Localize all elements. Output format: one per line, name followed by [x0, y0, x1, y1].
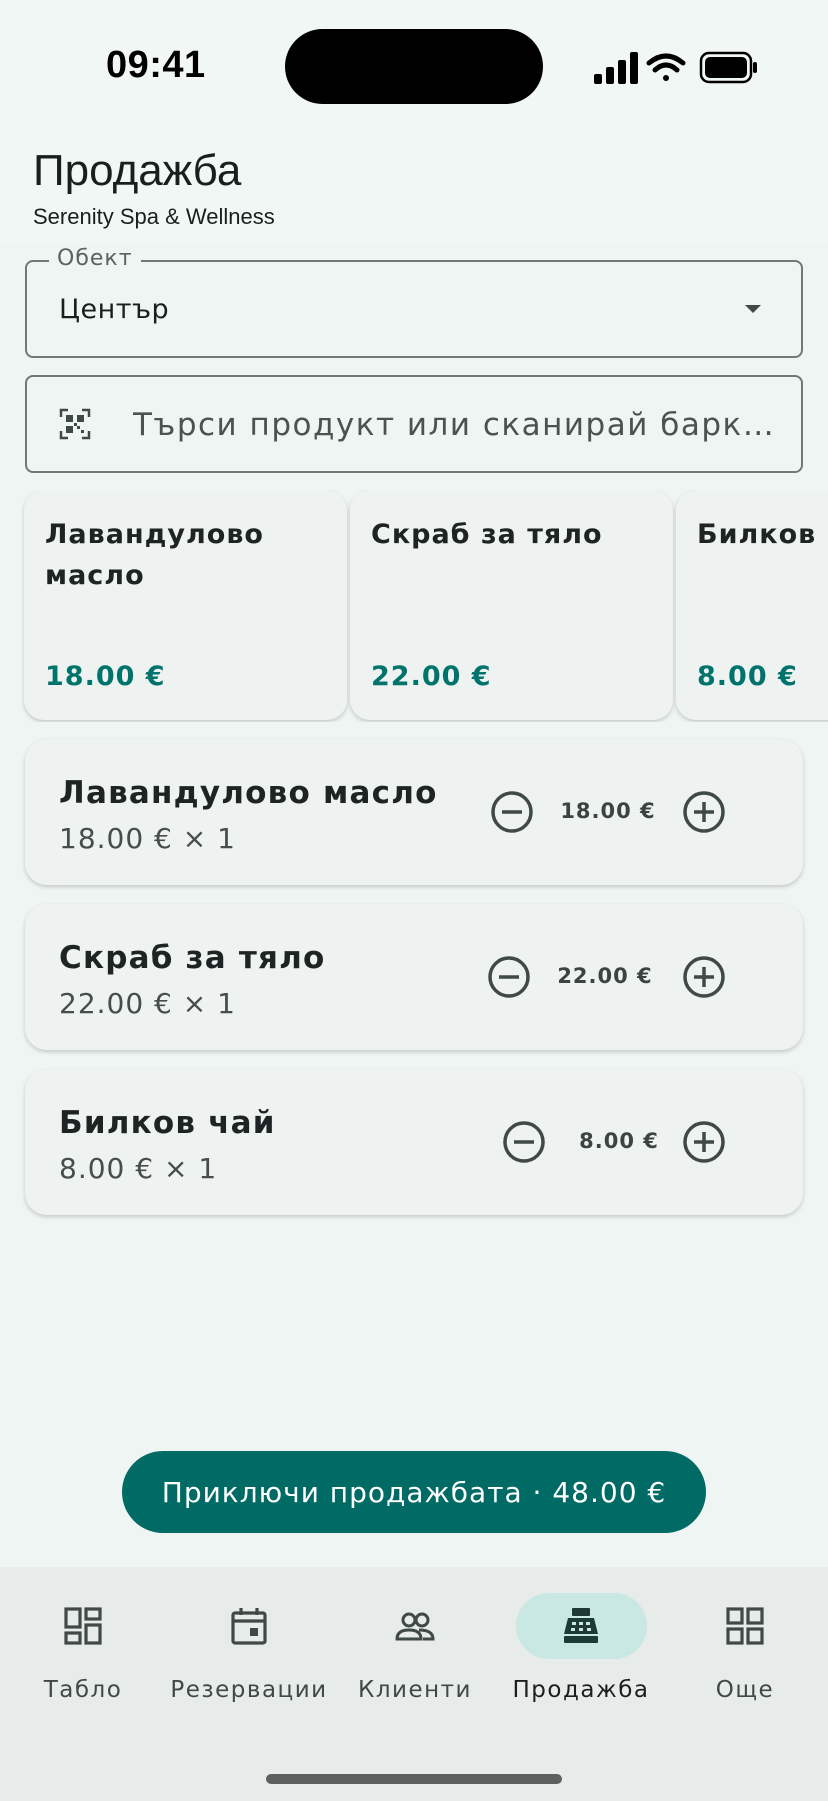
people-icon	[395, 1612, 435, 1641]
app-header: Продажба Serenity Spa & Wellness	[0, 130, 828, 243]
cart-item-detail: 8.00 € × 1	[59, 1152, 218, 1185]
product-search-field[interactable]	[25, 375, 803, 473]
nav-item-sale[interactable]: Продажба	[498, 1593, 664, 1713]
bottom-navigation: Табло Резервации Клиенти Продажба Още	[0, 1567, 828, 1801]
dashboard-icon	[64, 1607, 102, 1645]
product-search-input[interactable]	[133, 399, 783, 451]
product-card[interactable]: Лавандулово масло 18.00 €	[24, 490, 347, 720]
cart-item-detail: 18.00 € × 1	[59, 822, 236, 855]
location-select-label: Обект	[49, 246, 141, 271]
status-icons	[594, 51, 757, 84]
product-card[interactable]: Скраб за тяло 22.00 €	[350, 490, 673, 720]
cart-item: Билков чай 8.00 € × 1 8.00 €	[25, 1069, 803, 1215]
location-select[interactable]: Обект Център	[25, 246, 803, 358]
nav-label: Резервации	[170, 1677, 328, 1703]
nav-item-clients[interactable]: Клиенти	[332, 1593, 498, 1713]
cart-item-name: Билков чай	[59, 1105, 276, 1141]
product-price: 18.00 €	[45, 661, 166, 692]
wifi-icon	[646, 53, 686, 81]
dropdown-arrow-icon	[745, 305, 761, 313]
cart-item: Лавандулово масло 18.00 € × 1 18.00 €	[25, 739, 803, 885]
increase-quantity-icon[interactable]	[682, 1120, 726, 1164]
nav-label: Табло	[43, 1677, 123, 1703]
cart-item-name: Лавандулово масло	[59, 775, 438, 811]
product-card[interactable]: Билков чай 8.00 €	[676, 490, 828, 720]
nav-item-more[interactable]: Още	[662, 1593, 828, 1713]
signal-icon	[594, 52, 638, 84]
increase-quantity-icon[interactable]	[682, 955, 726, 999]
nav-item-reservations[interactable]: Резервации	[166, 1593, 332, 1713]
cart-item: Скраб за тяло 22.00 € × 1 22.00 €	[25, 904, 803, 1050]
location-select-value: Център	[59, 294, 170, 325]
status-time: 09:41	[106, 44, 206, 86]
nav-item-dashboard[interactable]: Табло	[0, 1593, 166, 1713]
cart-item-name: Скраб за тяло	[59, 940, 326, 976]
nav-label: Клиенти	[357, 1677, 472, 1703]
status-bar: 09:41	[0, 0, 828, 130]
product-name: Билков чай	[697, 519, 828, 550]
nav-label: Продажба	[512, 1677, 650, 1703]
home-indicator	[266, 1774, 562, 1784]
complete-sale-label: Приключи продажбата · 48.00 €	[161, 1475, 667, 1509]
nav-label: Още	[715, 1677, 775, 1703]
product-name: Лавандулово масло	[45, 519, 264, 591]
cart-item-detail: 22.00 € × 1	[59, 987, 236, 1020]
page-subtitle: Serenity Spa & Wellness	[33, 204, 275, 229]
cash-register-icon	[564, 1608, 598, 1643]
decrease-quantity-icon[interactable]	[490, 790, 534, 834]
product-carousel[interactable]: Лавандулово масло 18.00 € Скраб за тяло …	[0, 490, 828, 722]
product-name: Скраб за тяло	[371, 519, 603, 550]
decrease-quantity-icon[interactable]	[502, 1120, 546, 1164]
product-price: 22.00 €	[371, 661, 492, 692]
cart-item-total: 18.00 €	[560, 799, 656, 823]
complete-sale-button[interactable]: Приключи продажбата · 48.00 €	[122, 1451, 706, 1533]
cart-item-total: 8.00 €	[579, 1129, 659, 1153]
decrease-quantity-icon[interactable]	[487, 955, 531, 999]
increase-quantity-icon[interactable]	[682, 790, 726, 834]
sale-screen: 09:41 Продажба Serenity Spa & Wellness О…	[0, 0, 828, 1801]
page-title: Продажба	[33, 146, 242, 195]
dynamic-island	[285, 29, 543, 104]
qr-code-scan-icon[interactable]	[59, 408, 91, 440]
calendar-icon	[231, 1608, 267, 1645]
product-price: 8.00 €	[697, 661, 798, 692]
cart-item-total: 22.00 €	[557, 964, 653, 988]
grid-icon	[726, 1607, 764, 1645]
battery-icon	[699, 51, 757, 84]
